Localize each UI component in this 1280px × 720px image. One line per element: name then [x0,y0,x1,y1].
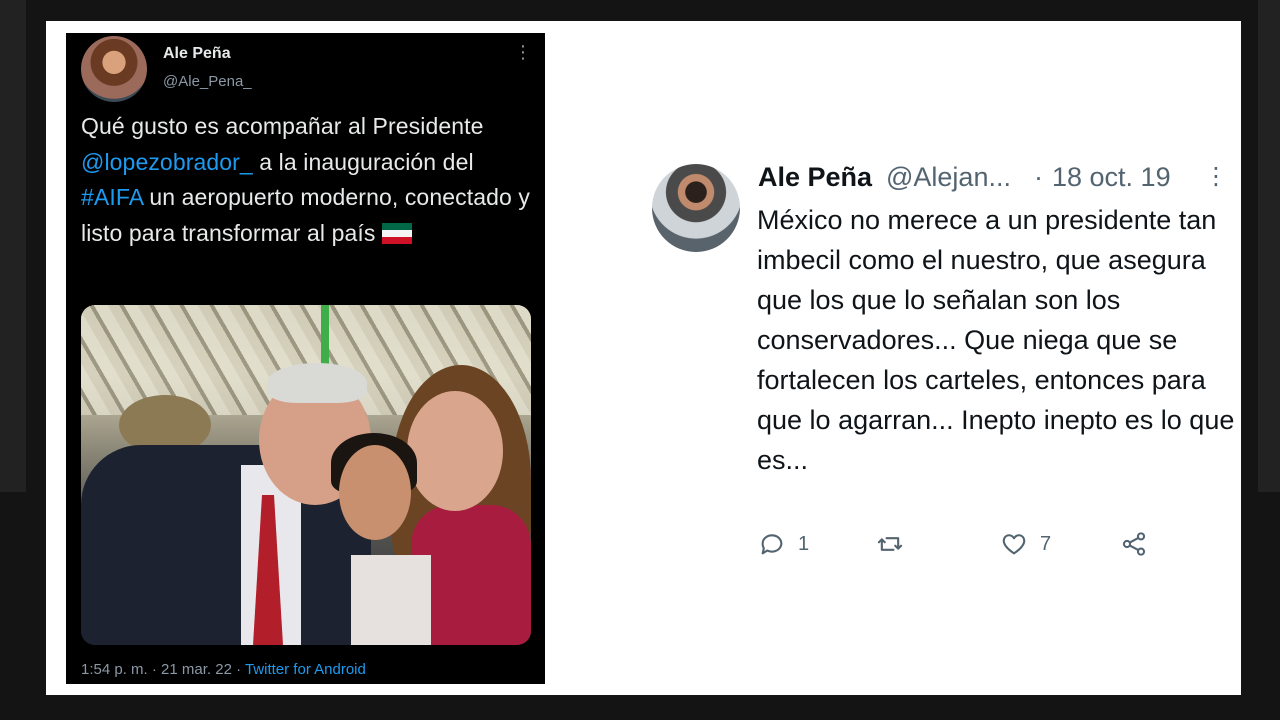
reply-button[interactable]: 1 [758,530,809,558]
tweet-light-oct19: Ale Peña @Alejan... · 18 oct. 19 ⋮ Méxic… [648,150,1234,570]
tweet-photo[interactable] [81,305,531,645]
tweet-text-part: un aeropuerto moderno, conectado y listo… [81,184,530,246]
share-icon [1122,532,1146,556]
tweet-actions: 1 7 [758,530,1228,564]
retweet-button[interactable] [876,530,916,558]
reply-count: 1 [798,532,810,555]
tweet-dark-aifa: Ale Peña @Ale_Pena_ ⋮ Qué gusto es acomp… [66,33,545,684]
hashtag-link[interactable]: #AIFA [81,184,143,210]
more-options-icon[interactable]: ⋮ [514,43,532,61]
mention-link[interactable]: @lopezobrador_ [81,149,253,175]
mexico-flag-icon [381,223,412,245]
reply-icon [761,534,783,555]
header-separator: · [1034,162,1043,192]
tweet-source-link[interactable]: Twitter for Android [245,661,366,678]
tweet-text: Qué gusto es acompañar al Presidente @lo… [81,109,541,251]
author-handle[interactable]: @Ale_Pena_ [163,73,252,90]
more-options-icon[interactable]: ⋮ [1204,162,1228,191]
tweet-text-part: Qué gusto es acompañar al Presidente [81,113,484,139]
tweet-metadata: 1:54 p. m. · 21 mar. 22 · Twitter for An… [81,661,366,678]
avatar[interactable] [81,36,147,102]
background-strip-left [0,0,26,492]
retweet-icon [877,537,903,551]
like-count: 7 [1040,532,1052,555]
share-button[interactable] [1120,530,1148,558]
avatar[interactable] [652,164,740,252]
tweet-date[interactable]: 18 oct. 19 [1052,162,1171,193]
like-button[interactable]: 7 [1000,530,1051,558]
tweet-timestamp[interactable]: 1:54 p. m. · 21 mar. 22 · [81,661,245,678]
author-name[interactable]: Ale Peña [758,162,872,193]
background-strip-right [1258,0,1280,492]
tweet-text-part: a la inauguración del [252,148,474,175]
heart-icon [1002,534,1026,555]
author-handle[interactable]: @Alejan... [886,162,1011,193]
tweet-text: México no merece a un presidente tan imb… [757,205,1235,475]
author-name[interactable]: Ale Peña [163,45,231,63]
